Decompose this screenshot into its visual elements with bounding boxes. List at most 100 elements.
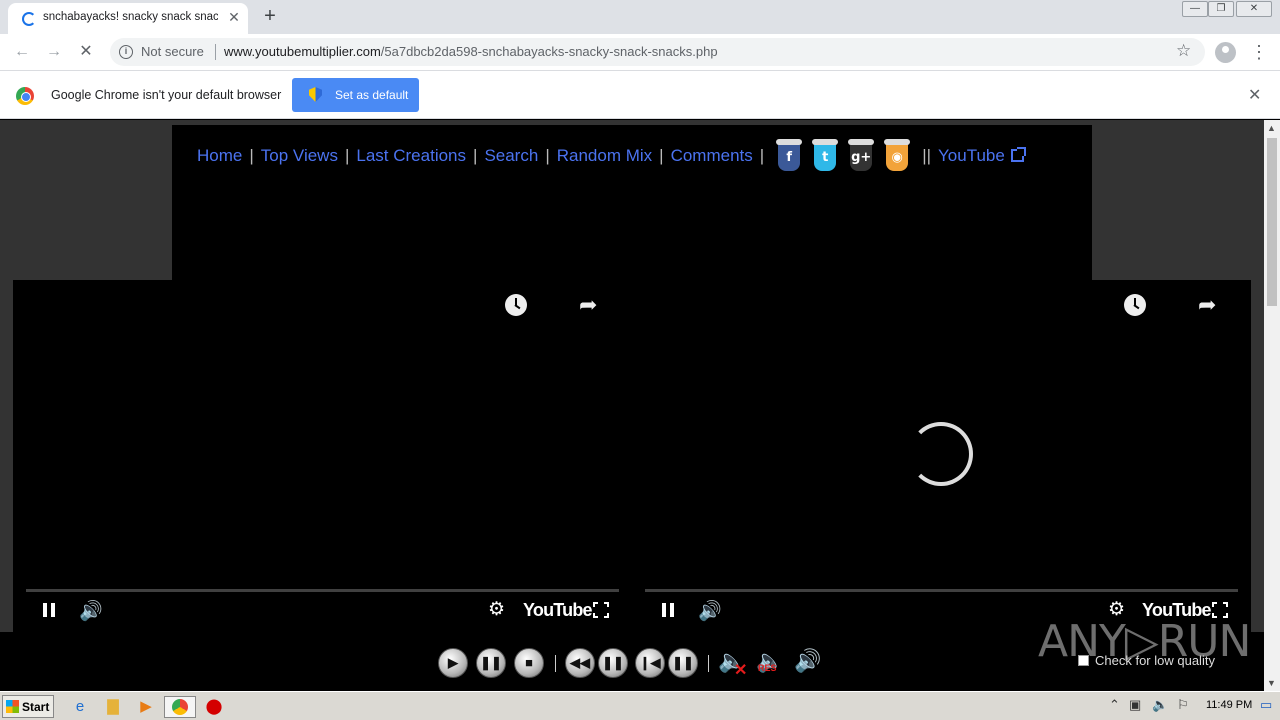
- rewind-button[interactable]: ◀◀: [565, 648, 595, 678]
- security-status[interactable]: Not secure: [141, 44, 204, 59]
- stop-all-button[interactable]: ■: [514, 648, 544, 678]
- start-button[interactable]: Start: [2, 695, 54, 718]
- internet-explorer-icon[interactable]: e: [68, 696, 92, 718]
- address-bar[interactable]: i Not secure www.youtubemultiplier.com/5…: [110, 38, 1205, 66]
- tray-expand-icon[interactable]: ⌃: [1109, 697, 1120, 713]
- taskbar-clock[interactable]: 11:49 PM: [1206, 699, 1252, 711]
- nav-separator: |: [759, 146, 765, 165]
- url-text[interactable]: www.youtubemultiplier.com/5a7dbcb2da598-…: [224, 44, 718, 59]
- nav-separator: |: [545, 146, 550, 165]
- pause-all-button[interactable]: ❚❚: [476, 648, 506, 678]
- low-quality-checkbox[interactable]: Check for low quality: [1078, 653, 1215, 668]
- nav-separator: |: [659, 146, 664, 165]
- nav-home[interactable]: Home: [197, 146, 242, 165]
- share-icon[interactable]: ➦: [1198, 292, 1216, 318]
- watch-later-icon[interactable]: [505, 294, 527, 316]
- rss-icon[interactable]: ◉: [884, 139, 911, 171]
- show-desktop-icon[interactable]: ▭: [1260, 697, 1272, 713]
- opera-icon[interactable]: ⬤: [202, 696, 226, 718]
- volume-icon[interactable]: 🔊: [79, 599, 103, 623]
- youtube-logo[interactable]: YouTube: [523, 600, 593, 621]
- uac-shield-icon: [309, 87, 322, 102]
- network-icon[interactable]: ▣: [1129, 697, 1141, 713]
- external-link-icon[interactable]: [1010, 147, 1026, 162]
- watch-later-icon[interactable]: [1124, 294, 1146, 316]
- action-center-flag-icon[interactable]: ⚐: [1177, 697, 1189, 713]
- chrome-logo-icon: [172, 699, 188, 715]
- omnibox-divider: [215, 44, 216, 60]
- player-area: ➦ 🔊 ⚙ YouTube ➦ 🔊 ⚙ YouTube: [13, 280, 1251, 632]
- fullscreen-icon[interactable]: [593, 602, 609, 618]
- nav-separator: |: [473, 146, 478, 165]
- twitter-icon[interactable]: t: [812, 139, 839, 171]
- file-explorer-icon[interactable]: ▇: [101, 696, 125, 718]
- play-all-button[interactable]: ▶: [438, 648, 468, 678]
- kebab-menu-icon[interactable]: ⋮: [1250, 41, 1268, 63]
- loading-spinner-icon: [22, 12, 36, 26]
- forward-button[interactable]: →: [42, 41, 66, 65]
- facebook-icon[interactable]: f: [776, 139, 803, 171]
- back-button[interactable]: ←: [10, 41, 34, 65]
- skip-back-button[interactable]: ❙◀: [635, 648, 665, 678]
- profile-avatar[interactable]: [1215, 42, 1236, 63]
- progress-bar[interactable]: [26, 589, 619, 592]
- nav-youtube[interactable]: YouTube: [938, 146, 1005, 165]
- nav-separator: |: [344, 146, 350, 165]
- start-label: Start: [22, 700, 50, 714]
- pause-icon: ❚❚: [480, 655, 502, 670]
- scroll-up-icon[interactable]: ▲: [1267, 123, 1276, 133]
- tab-close-icon[interactable]: ✕: [226, 7, 242, 27]
- media-player-icon[interactable]: ▶: [134, 696, 158, 718]
- restore-button[interactable]: ❐: [1208, 1, 1234, 17]
- scroll-down-icon[interactable]: ▼: [1267, 678, 1276, 688]
- video-player-1[interactable]: ➦ 🔊 ⚙ YouTube: [13, 280, 632, 632]
- controls-divider: [555, 655, 556, 672]
- infobar-close-icon[interactable]: ✕: [1248, 85, 1261, 105]
- settings-gear-icon[interactable]: ⚙: [488, 598, 505, 621]
- google-plus-icon[interactable]: g+: [848, 139, 875, 171]
- arrow-right-icon: →: [46, 43, 62, 60]
- stop-icon: ■: [525, 655, 533, 670]
- nav-top-views[interactable]: Top Views: [261, 146, 338, 165]
- windows-taskbar: Start e ▇ ▶ ⬤ ⌃ ▣ 🔈 ⚐ 11:49 PM ▭: [0, 691, 1280, 720]
- infobar-message: Google Chrome isn't your default browser: [51, 88, 282, 102]
- volume-up-icon[interactable]: 🔊: [794, 648, 821, 674]
- tab-title: snchabayacks! snacky snack snacks: [43, 11, 218, 23]
- nav-comments[interactable]: Comments: [671, 146, 753, 165]
- volume-icon[interactable]: 🔊: [698, 599, 722, 623]
- nav-random-mix[interactable]: Random Mix: [557, 146, 652, 165]
- play-icon: ▶: [448, 655, 458, 670]
- skip-back-icon: ❙◀: [639, 655, 661, 670]
- checkbox-icon[interactable]: [1078, 655, 1089, 666]
- nav-last-creations[interactable]: Last Creations: [356, 146, 466, 165]
- info-icon[interactable]: i: [119, 45, 133, 59]
- browser-tab[interactable]: snchabayacks! snacky snack snacks ✕: [8, 3, 248, 34]
- stop-button[interactable]: ✕: [74, 41, 98, 65]
- top-navigation: Home | Top Views | Last Creations | Search | Ran…: [197, 139, 1026, 171]
- speaker-icon[interactable]: 🔈: [1152, 697, 1168, 713]
- pause-icon[interactable]: [660, 602, 676, 618]
- page-content: Home | Top Views | Last Creations | Search | Ran…: [0, 120, 1264, 691]
- nav-search[interactable]: Search: [484, 146, 538, 165]
- pause-icon: ❚❚: [672, 655, 694, 670]
- nav-separator: |: [249, 146, 254, 165]
- new-tab-button[interactable]: +: [258, 5, 282, 29]
- close-window-button[interactable]: ✕: [1236, 1, 1272, 17]
- vertical-scrollbar[interactable]: ▲ ▼: [1264, 120, 1280, 691]
- default-browser-infobar: Google Chrome isn't your default browser…: [0, 71, 1280, 119]
- pause-icon[interactable]: [41, 602, 57, 618]
- chrome-taskbar-icon[interactable]: [164, 696, 196, 718]
- rewind-icon: ◀◀: [570, 655, 590, 670]
- url-path: /5a7dbcb2da598-snchabayacks-snacky-snack…: [380, 44, 718, 59]
- bookmark-star-icon[interactable]: ☆: [1176, 41, 1191, 61]
- res-label-icon: RES: [758, 663, 777, 673]
- minimize-button[interactable]: —: [1182, 1, 1208, 17]
- progress-bar[interactable]: [645, 589, 1238, 592]
- pause-left-button[interactable]: ❚❚: [598, 648, 628, 678]
- scrollbar-thumb[interactable]: [1267, 138, 1277, 306]
- set-as-default-button[interactable]: Set as default: [292, 78, 419, 112]
- pause-right-button[interactable]: ❚❚: [668, 648, 698, 678]
- video-loading-spinner-icon: [909, 422, 973, 486]
- share-icon[interactable]: ➦: [579, 292, 597, 318]
- site-header: Home | Top Views | Last Creations | Search | Ran…: [172, 125, 1092, 280]
